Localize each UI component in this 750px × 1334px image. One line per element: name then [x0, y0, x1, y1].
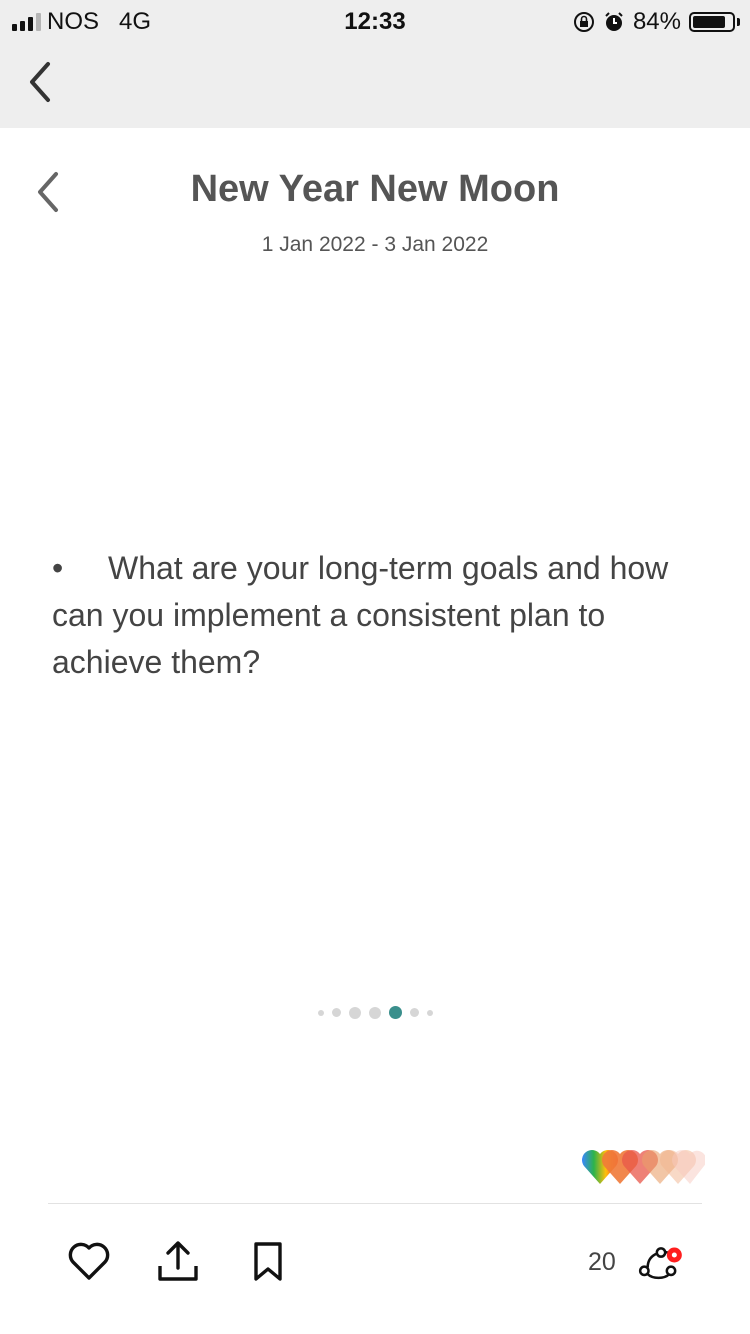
rainbow-hearts-icon[interactable]	[580, 1146, 705, 1186]
nav-bar	[0, 42, 750, 128]
connections-icon[interactable]	[636, 1240, 686, 1290]
page-dot[interactable]	[368, 1006, 381, 1019]
page-dot[interactable]	[348, 1006, 361, 1019]
battery-icon	[689, 12, 735, 32]
bookmark-icon[interactable]	[243, 1236, 293, 1286]
share-icon[interactable]	[153, 1236, 203, 1286]
page-dot[interactable]	[317, 1009, 324, 1016]
chevron-left-icon[interactable]	[22, 58, 62, 108]
divider	[48, 1203, 702, 1204]
page-dot[interactable]	[331, 1008, 341, 1017]
page-dot[interactable]	[426, 1009, 433, 1016]
page-title: New Year New Moon	[190, 168, 560, 210]
connections-count: 20	[588, 1248, 616, 1276]
status-right: 84%	[573, 8, 740, 36]
rotation-lock-icon	[573, 12, 594, 32]
status-bar: NOS 4G 12:33 84%	[0, 0, 750, 42]
page-indicator	[0, 1006, 750, 1019]
question-text: What are your long-term goals and how ca…	[52, 550, 669, 680]
battery-tip	[737, 18, 740, 26]
battery-fill	[693, 16, 725, 28]
date-range: 1 Jan 2022 - 3 Jan 2022	[261, 233, 489, 256]
question-text-block: • What are your long-term goals and how c…	[52, 545, 712, 686]
page-dot[interactable]	[409, 1008, 419, 1017]
bullet: •	[52, 550, 64, 586]
alarm-icon	[605, 12, 623, 31]
heart-icon[interactable]	[64, 1236, 114, 1286]
page-dot-active[interactable]	[388, 1006, 402, 1019]
battery-percent: 84%	[632, 8, 681, 35]
action-bar: 20	[0, 1236, 750, 1296]
